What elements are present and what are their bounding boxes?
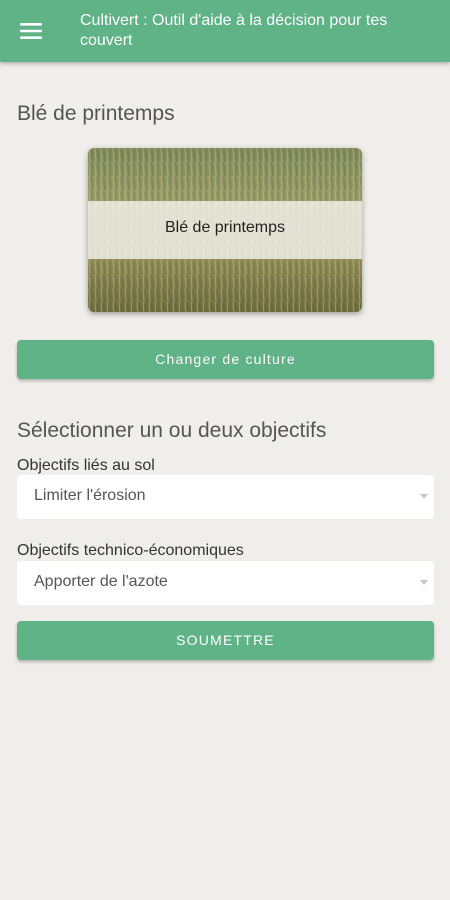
technico-objectives-label: Objectifs technico-économiques	[17, 542, 244, 559]
crop-heading: Blé de printemps	[17, 102, 175, 125]
app-screen: Cultivert : Outil d'aide à la décision p…	[0, 0, 450, 900]
crop-card-label: Blé de printemps	[164, 219, 286, 236]
caret-down-icon	[420, 494, 428, 499]
soil-objective-value: Limiter l'érosion	[34, 487, 146, 504]
caret-down-icon	[420, 580, 428, 585]
technico-objective-value: Apporter de l'azote	[34, 573, 168, 590]
technico-objective-select[interactable]: Apporter de l'azote	[17, 561, 434, 605]
app-bar: Cultivert : Outil d'aide à la décision p…	[0, 0, 450, 62]
menu-icon[interactable]	[16, 19, 46, 43]
crop-card[interactable]: Blé de printemps	[88, 148, 362, 312]
soil-objective-select[interactable]: Limiter l'érosion	[17, 475, 434, 519]
soil-objectives-label: Objectifs liés au sol	[17, 457, 155, 474]
objectives-heading: Sélectionner un ou deux objectifs	[17, 419, 327, 442]
change-crop-button[interactable]: Changer de culture	[17, 340, 434, 379]
submit-button[interactable]: SOUMETTRE	[17, 621, 434, 660]
app-title: Cultivert : Outil d'aide à la décision p…	[80, 12, 388, 49]
